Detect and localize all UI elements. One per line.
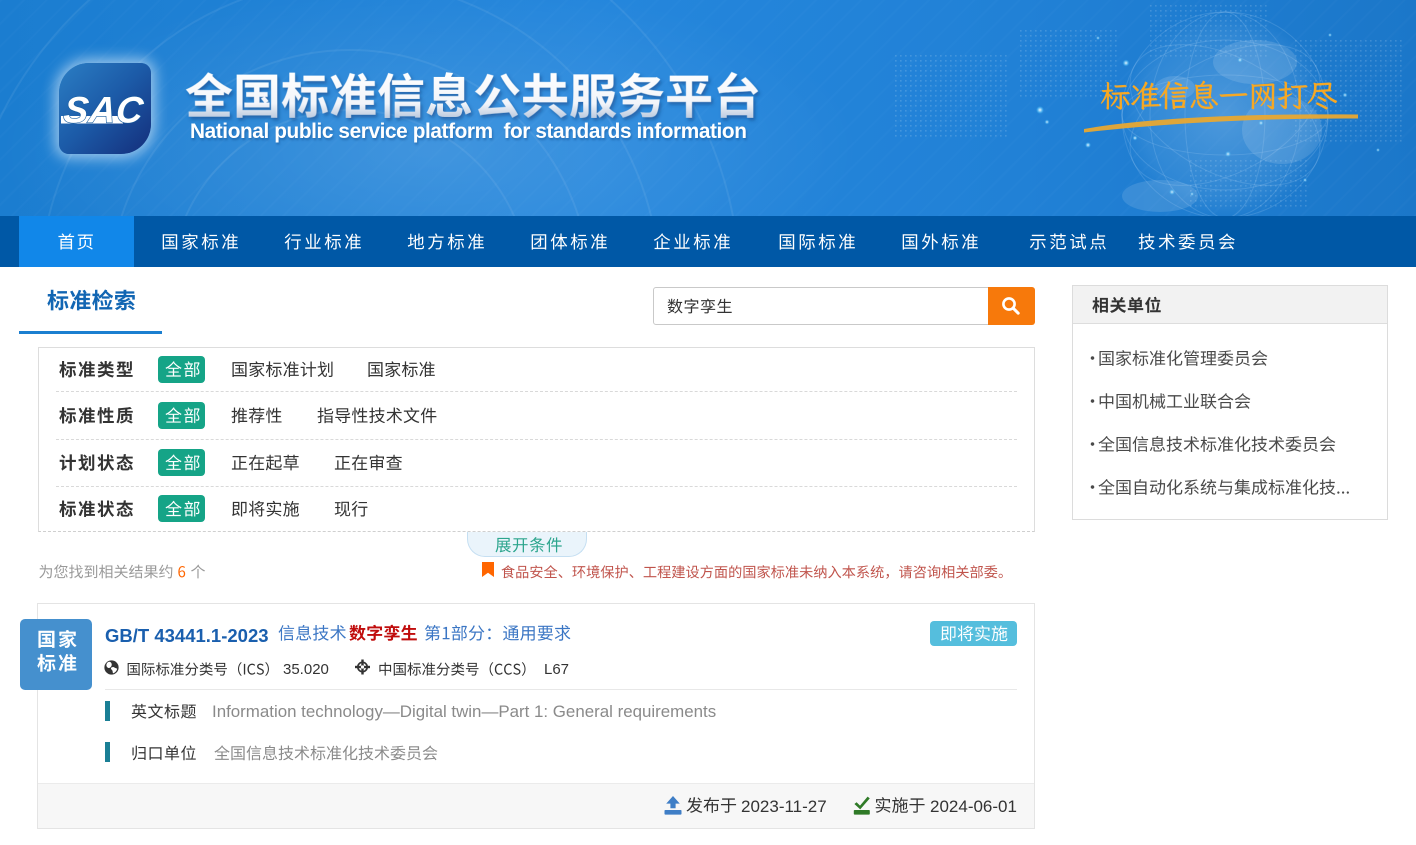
svg-text:SAC: SAC: [62, 89, 147, 131]
